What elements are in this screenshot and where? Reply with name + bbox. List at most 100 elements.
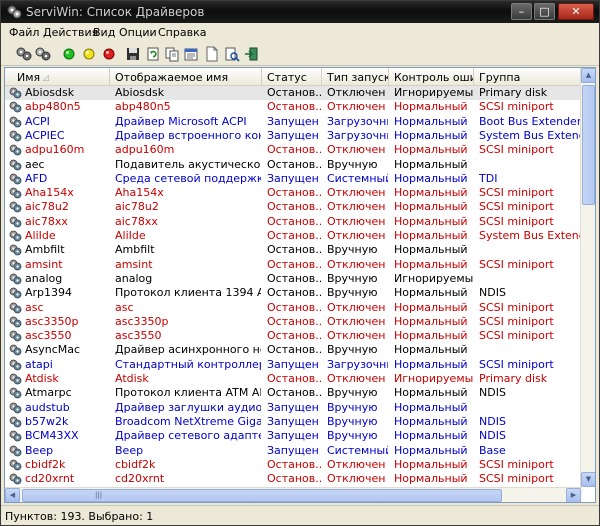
horizontal-scroll-thumb[interactable]: ||| <box>22 489 502 502</box>
table-row[interactable]: aic78xx aic78xx Останов... Отключен Нормальн… <box>5 215 582 229</box>
menu-bar: Файл Действия Вид Опции Справка <box>1 23 599 42</box>
drivers-list[interactable]: Имя◿ Отображаемое имя Статус Тип запуска… <box>4 67 596 503</box>
table-row[interactable]: Aha154x Aha154x Останов... Отключен Нормальн… <box>5 186 582 200</box>
table-row[interactable]: cbidf2k cbidf2k Останов... Отключен Нормальн… <box>5 458 582 472</box>
scroll-right-button[interactable]: ▶ <box>566 488 581 502</box>
cell-display-name: Broadcom NetXtreme Gigabit Eth... <box>115 414 261 428</box>
maximize-button[interactable]: □ <box>534 3 555 20</box>
cell-name: ACPI <box>25 114 50 128</box>
table-row[interactable]: AFD Среда сетевой поддержки AFD Запущен Сис… <box>5 172 582 186</box>
table-row[interactable]: Atdisk Atdisk Останов... Отключен Игнорируем… <box>5 372 582 386</box>
table-row[interactable]: AsyncMac Драйвер асинхронного носите... Ос… <box>5 343 582 357</box>
cell-name: ACPIEC <box>25 128 65 142</box>
table-row[interactable]: aec Подавитель акустического эх... Останов… <box>5 158 582 172</box>
menu-help[interactable]: Справка <box>158 26 206 39</box>
column-group[interactable]: Группа <box>474 68 582 86</box>
table-row[interactable]: ACPI Драйвер Microsoft ACPI Запущен Загрузо… <box>5 115 582 129</box>
cell-name: Abiosdsk <box>25 86 75 99</box>
table-row[interactable]: Beep Beep Запущен Системный Нормальный Base <box>5 444 582 458</box>
refresh-icon[interactable] <box>145 46 161 62</box>
cell-error-control: Нормальный <box>394 414 468 428</box>
cell-error-control: Нормальный <box>394 329 468 343</box>
save-icon[interactable] <box>125 46 141 62</box>
cell-name: b57w2k <box>25 414 69 428</box>
scroll-down-button[interactable]: ▼ <box>581 472 595 487</box>
table-row[interactable]: cd20xrnt cd20xrnt Останов... Отключен Нормал… <box>5 472 582 486</box>
cell-name: cbidf2k <box>25 457 66 471</box>
vertical-scroll-thumb[interactable] <box>582 85 595 205</box>
scroll-up-button[interactable]: ▲ <box>581 68 595 83</box>
menu-actions[interactable]: Действия <box>43 26 98 39</box>
driver-gear-icon <box>9 244 22 256</box>
stop-red-icon[interactable] <box>101 46 117 62</box>
column-startup-type[interactable]: Тип запуска <box>322 68 389 86</box>
cell-status: Запущен <box>267 429 319 443</box>
cell-status: Останов... <box>267 86 321 99</box>
services-icon[interactable] <box>16 46 32 62</box>
cell-status: Останов... <box>267 286 321 300</box>
html-report-icon[interactable] <box>204 46 220 62</box>
copy-icon[interactable] <box>164 46 180 62</box>
table-row[interactable]: abp480n5 abp480n5 Останов... Отключен Нормал… <box>5 100 582 114</box>
find-icon[interactable] <box>224 46 240 62</box>
menu-options[interactable]: Опции <box>119 26 157 39</box>
cell-startup-type: Отключен <box>327 329 386 343</box>
scroll-left-button[interactable]: ◀ <box>5 488 20 502</box>
cell-startup-type: Отключен <box>327 100 386 114</box>
column-name[interactable]: Имя ◿ <box>5 68 110 86</box>
vertical-scrollbar[interactable]: ▲ ▼ <box>580 68 595 487</box>
cell-display-name: aic78xx <box>115 214 158 228</box>
table-row[interactable]: Arp1394 Протокол клиента 1394 ARP Останов.… <box>5 286 582 300</box>
column-status[interactable]: Статус <box>262 68 322 86</box>
cell-startup-type: Вручную <box>327 243 378 257</box>
cell-startup-type: Вручную <box>327 386 378 400</box>
cell-group: SCSI miniport <box>479 100 554 114</box>
pause-yellow-icon[interactable] <box>81 46 97 62</box>
driver-gear-icon <box>9 116 22 127</box>
horizontal-scrollbar[interactable]: ◀ ||| ▶ <box>5 487 582 502</box>
cell-error-control: Нормальный <box>394 286 468 300</box>
cell-group <box>479 243 582 257</box>
column-error-control[interactable]: Контроль оши... <box>389 68 474 86</box>
drivers-icon[interactable] <box>35 46 51 62</box>
scroll-grip-icon: ||| <box>95 491 103 499</box>
table-row[interactable]: aic78u2 aic78u2 Останов... Отключен Нормальн… <box>5 200 582 214</box>
table-row[interactable]: audstub Драйвер заглушки аудио Запущен Вруч… <box>5 401 582 415</box>
title-bar[interactable]: ServiWin: Список Драйверов – □ ✕ <box>1 1 599 23</box>
table-row[interactable]: b57w2k Broadcom NetXtreme Gigabit Eth... З… <box>5 415 582 429</box>
table-row[interactable]: asc asc Останов... Отключен Нормальный SCSI m… <box>5 301 582 315</box>
cell-startup-type: Вручную <box>327 157 378 171</box>
table-row[interactable]: Ambfilt Ambfilt Останов... Вручную Нормальны… <box>5 243 582 257</box>
cell-status: Останов... <box>267 157 321 171</box>
cell-error-control: Игнорируемый <box>394 372 473 385</box>
driver-gear-icon <box>9 144 22 156</box>
driver-gear-icon <box>9 344 22 356</box>
table-row[interactable]: atapi Стандартный контроллер жес... Запуще… <box>5 358 582 372</box>
driver-gear-icon <box>9 445 22 456</box>
column-display-name[interactable]: Отображаемое имя <box>110 68 262 86</box>
table-row[interactable]: asc3350p asc3350p Останов... Отключен Нормал… <box>5 315 582 329</box>
table-row[interactable]: Abiosdsk Abiosdsk Останов... Отключен Игнори… <box>5 86 582 101</box>
cell-error-control: Нормальный <box>394 400 468 414</box>
exit-icon[interactable] <box>243 46 259 62</box>
list-header: Имя◿ Отображаемое имя Статус Тип запуска… <box>5 68 582 86</box>
menu-file[interactable]: Файл <box>9 26 39 39</box>
table-row[interactable]: adpu160m adpu160m Останов... Отключен Нормал… <box>5 143 582 157</box>
table-row[interactable]: Atmarpc Протокол клиента ATM ARP Останов..… <box>5 386 582 400</box>
menu-view[interactable]: Вид <box>93 26 115 39</box>
cell-status: Останов... <box>267 186 321 200</box>
minimize-button[interactable]: – <box>511 3 532 20</box>
cell-error-control: Нормальный <box>394 214 468 228</box>
table-row[interactable]: AliIde AliIde Останов... Отключен Нормальный… <box>5 229 582 243</box>
table-row[interactable]: BCM43XX Драйвер сетевого адаптера B... Зап… <box>5 429 582 443</box>
table-row[interactable]: asc3550 asc3550 Останов... Отключен Нормальн… <box>5 329 582 343</box>
table-row[interactable]: ACPIEC Драйвер встроенного контрол... Запу… <box>5 129 582 143</box>
cell-error-control: Нормальный <box>394 157 468 171</box>
table-row[interactable]: amsint amsint Останов... Отключен Нормальный… <box>5 258 582 272</box>
properties-icon[interactable] <box>183 46 199 62</box>
driver-gear-icon <box>9 387 22 399</box>
cell-name: Arp1394 <box>25 286 73 300</box>
table-row[interactable]: analog analog Останов... Вручную Игнорируемы… <box>5 272 582 286</box>
start-green-icon[interactable] <box>61 46 77 62</box>
close-button[interactable]: ✕ <box>558 3 594 20</box>
